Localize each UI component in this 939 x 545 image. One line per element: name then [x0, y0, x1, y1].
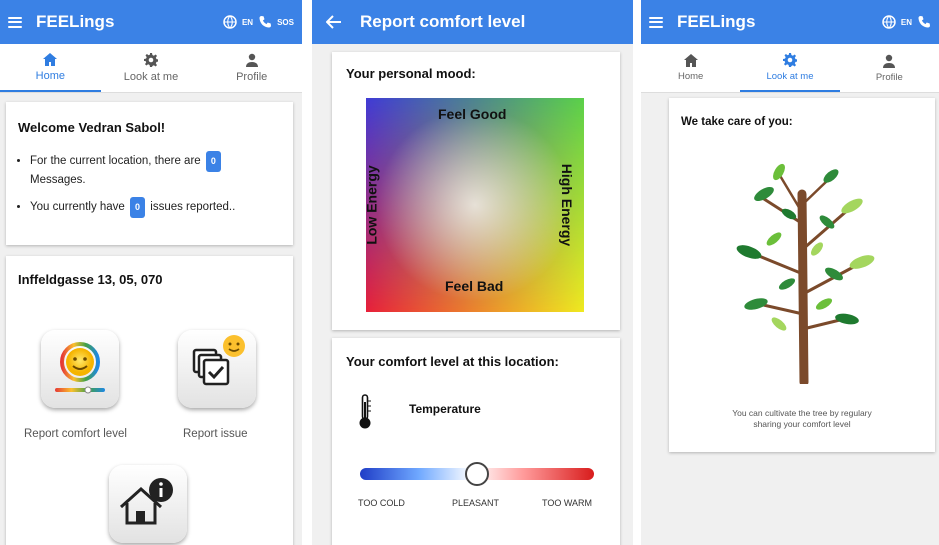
- care-card: We take care of you: You can cultivate t…: [669, 98, 935, 452]
- report-comfort-screen: Report comfort level Your personal mood:…: [312, 0, 633, 545]
- low-energy-label: Low Energy: [366, 165, 380, 245]
- globe-icon[interactable]: [882, 15, 896, 29]
- mood-card: Your personal mood: Feel Good Feel Bad L…: [332, 52, 620, 330]
- tab-profile[interactable]: Profile: [840, 44, 939, 92]
- home-icon: [683, 54, 698, 67]
- home-screen: FEELings EN SOS Home Look at me Profile …: [0, 0, 302, 545]
- app-bar: Report comfort level: [312, 0, 633, 44]
- tab-look-at-me[interactable]: Look at me: [101, 44, 202, 92]
- comfort-title: Your comfort level at this location:: [346, 354, 559, 369]
- gear-icon: [144, 53, 158, 67]
- phone-icon[interactable]: [917, 15, 931, 29]
- mood-title: Your personal mood:: [346, 66, 476, 81]
- list-item: You currently have 0 issues reported..: [30, 197, 281, 218]
- home-icon: [43, 52, 58, 66]
- location-card: Inffeldgasse 13, 05, 070 Report comfort …: [6, 256, 293, 545]
- person-icon: [245, 53, 258, 67]
- app-label: Report issue: [183, 428, 248, 440]
- screen-title: Report comfort level: [360, 12, 526, 31]
- temperature-label: Temperature: [409, 402, 481, 416]
- tab-home[interactable]: Home: [641, 44, 740, 92]
- high-energy-label: High Energy: [559, 163, 576, 247]
- report-issue-app[interactable]: [178, 330, 256, 408]
- issue-icon: [192, 335, 245, 386]
- thermometer-icon: [359, 394, 371, 429]
- pleasant-label: PLEASANT: [452, 498, 500, 508]
- language-label[interactable]: EN: [901, 18, 912, 27]
- person-icon: [883, 54, 896, 68]
- app-title: FEELings: [677, 12, 756, 31]
- tab-label: Look at me: [766, 70, 814, 82]
- tab-label: Profile: [875, 71, 903, 83]
- tab-profile[interactable]: Profile: [201, 44, 302, 92]
- tab-label: Look at me: [123, 71, 179, 83]
- report-comfort-app[interactable]: [41, 330, 119, 408]
- app-label: Report comfort level: [24, 428, 127, 440]
- too-cold-label: TOO COLD: [358, 498, 405, 508]
- welcome-heading: Welcome Vedran Sabol!: [18, 120, 166, 135]
- tab-bar: Home Look at me Profile: [0, 44, 302, 93]
- tab-label: Home: [35, 69, 65, 82]
- globe-icon[interactable]: [223, 15, 237, 29]
- phone-icon[interactable]: [258, 15, 272, 29]
- house-info-icon: [119, 478, 173, 525]
- issue-count-badge: 0: [130, 197, 146, 218]
- location-title: Inffeldgasse 13, 05, 070: [18, 272, 163, 287]
- gear-icon: [782, 52, 797, 67]
- message-count-badge: 0: [205, 151, 221, 172]
- feel-good-label: Feel Good: [438, 106, 507, 122]
- tab-bar: Home Look at me Profile: [641, 44, 939, 93]
- care-title: We take care of you:: [681, 116, 793, 128]
- tab-label: Home: [677, 71, 704, 82]
- mood-icon: [55, 342, 105, 394]
- back-arrow-icon[interactable]: [326, 15, 342, 29]
- slider-thumb[interactable]: [465, 462, 489, 486]
- status-list: For the current location, there are 0 Me…: [18, 151, 281, 218]
- app-bar: FEELings EN SOS: [0, 0, 302, 44]
- list-item: For the current location, there are 0 Me…: [30, 151, 281, 189]
- menu-icon[interactable]: [649, 16, 663, 28]
- tree-icon: [736, 163, 875, 384]
- building-info-app[interactable]: [109, 465, 187, 543]
- tab-home[interactable]: Home: [0, 44, 101, 92]
- tree-caption: You can cultivate the tree by regulary s…: [732, 408, 872, 429]
- look-at-me-screen: FEELings EN Home Look at me Profile We t…: [641, 0, 939, 545]
- language-label[interactable]: EN: [242, 18, 253, 27]
- too-warm-label: TOO WARM: [542, 498, 592, 508]
- menu-icon[interactable]: [8, 16, 22, 28]
- welcome-card: Welcome Vedran Sabol! For the current lo…: [6, 102, 293, 245]
- tab-label: Profile: [236, 71, 268, 83]
- feel-bad-label: Feel Bad: [445, 278, 504, 294]
- app-title: FEELings: [36, 12, 115, 31]
- app-bar: FEELings EN: [641, 0, 939, 44]
- tab-look-at-me[interactable]: Look at me: [740, 44, 840, 92]
- mood-picker[interactable]: Feel Good Feel Bad Low Energy High Energ…: [366, 98, 584, 312]
- comfort-card: Your comfort level at this location: Tem…: [332, 338, 620, 545]
- sos-label[interactable]: SOS: [277, 18, 294, 27]
